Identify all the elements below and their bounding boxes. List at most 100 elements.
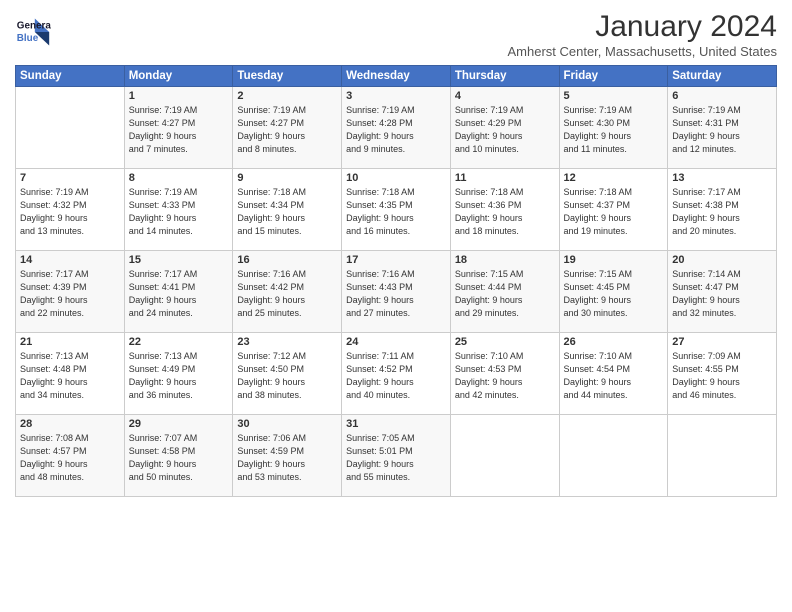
calendar-cell: 11 Sunrise: 7:18 AM Sunset: 4:36 PM Dayli… <box>450 169 559 251</box>
calendar-cell: 15 Sunrise: 7:17 AM Sunset: 4:41 PM Dayli… <box>124 251 233 333</box>
day-number: 28 <box>20 418 120 430</box>
day-info: Sunrise: 7:14 AM Sunset: 4:47 PM Dayligh… <box>672 268 772 320</box>
calendar-cell: 14Sunrise: 7:17 AM Sunset: 4:39 PM Dayli… <box>16 251 125 333</box>
day-info: Sunrise: 7:17 AM Sunset: 4:39 PM Dayligh… <box>20 268 120 320</box>
calendar-cell: 20 Sunrise: 7:14 AM Sunset: 4:47 PM Dayli… <box>668 251 777 333</box>
day-number: 30 <box>237 418 337 430</box>
day-number: 23 <box>237 336 337 348</box>
calendar-cell: 22 Sunrise: 7:13 AM Sunset: 4:49 PM Dayli… <box>124 333 233 415</box>
day-number: 25 <box>455 336 555 348</box>
day-number: 31 <box>346 418 446 430</box>
day-info: Sunrise: 7:06 AM Sunset: 4:59 PM Dayligh… <box>237 432 337 484</box>
svg-text:Blue: Blue <box>17 33 39 44</box>
day-info: Sunrise: 7:19 AM Sunset: 4:28 PM Dayligh… <box>346 104 446 156</box>
calendar-cell: 1 Sunrise: 7:19 AM Sunset: 4:27 PM Daylig… <box>124 87 233 169</box>
day-info: Sunrise: 7:09 AM Sunset: 4:55 PM Dayligh… <box>672 350 772 402</box>
day-info: Sunrise: 7:19 AM Sunset: 4:30 PM Dayligh… <box>564 104 664 156</box>
calendar-cell: 26Sunrise: 7:10 AM Sunset: 4:54 PM Dayli… <box>559 333 668 415</box>
logo: General Blue <box>15 14 55 50</box>
day-number: 8 <box>129 172 229 184</box>
calendar-cell: 17Sunrise: 7:16 AM Sunset: 4:43 PM Dayli… <box>342 251 451 333</box>
calendar-cell: 23 Sunrise: 7:12 AM Sunset: 4:50 PM Dayli… <box>233 333 342 415</box>
day-info: Sunrise: 7:16 AM Sunset: 4:42 PM Dayligh… <box>237 268 337 320</box>
page: General Blue January 2024 Amherst Center… <box>0 0 792 612</box>
day-number: 4 <box>455 90 555 102</box>
day-info: Sunrise: 7:08 AM Sunset: 4:57 PM Dayligh… <box>20 432 120 484</box>
logo-icon: General Blue <box>15 14 51 50</box>
calendar-cell <box>450 415 559 497</box>
calendar-header-sunday: Sunday <box>16 66 125 87</box>
day-info: Sunrise: 7:16 AM Sunset: 4:43 PM Dayligh… <box>346 268 446 320</box>
calendar-week-row: 21 Sunrise: 7:13 AM Sunset: 4:48 PM Dayli… <box>16 333 777 415</box>
day-number: 12 <box>564 172 664 184</box>
day-info: Sunrise: 7:19 AM Sunset: 4:33 PM Dayligh… <box>129 186 229 238</box>
day-number: 19 <box>564 254 664 266</box>
day-info: Sunrise: 7:19 AM Sunset: 4:27 PM Dayligh… <box>129 104 229 156</box>
calendar-cell: 25Sunrise: 7:10 AM Sunset: 4:53 PM Dayli… <box>450 333 559 415</box>
day-info: Sunrise: 7:12 AM Sunset: 4:50 PM Dayligh… <box>237 350 337 402</box>
calendar-cell: 5Sunrise: 7:19 AM Sunset: 4:30 PM Daylig… <box>559 87 668 169</box>
day-number: 2 <box>237 90 337 102</box>
calendar-cell: 16Sunrise: 7:16 AM Sunset: 4:42 PM Dayli… <box>233 251 342 333</box>
calendar-header-friday: Friday <box>559 66 668 87</box>
calendar-cell: 2Sunrise: 7:19 AM Sunset: 4:27 PM Daylig… <box>233 87 342 169</box>
calendar-cell: 4Sunrise: 7:19 AM Sunset: 4:29 PM Daylig… <box>450 87 559 169</box>
calendar-cell: 8 Sunrise: 7:19 AM Sunset: 4:33 PM Daylig… <box>124 169 233 251</box>
calendar-cell: 3Sunrise: 7:19 AM Sunset: 4:28 PM Daylig… <box>342 87 451 169</box>
day-number: 13 <box>672 172 772 184</box>
calendar-cell: 24 Sunrise: 7:11 AM Sunset: 4:52 PM Dayli… <box>342 333 451 415</box>
calendar-cell: 7 Sunrise: 7:19 AM Sunset: 4:32 PM Daylig… <box>16 169 125 251</box>
calendar-cell: 29Sunrise: 7:07 AM Sunset: 4:58 PM Dayli… <box>124 415 233 497</box>
calendar-header-monday: Monday <box>124 66 233 87</box>
calendar-table: SundayMondayTuesdayWednesdayThursdayFrid… <box>15 65 777 497</box>
calendar-cell: 9Sunrise: 7:18 AM Sunset: 4:34 PM Daylig… <box>233 169 342 251</box>
day-number: 6 <box>672 90 772 102</box>
day-info: Sunrise: 7:15 AM Sunset: 4:44 PM Dayligh… <box>455 268 555 320</box>
day-number: 26 <box>564 336 664 348</box>
day-info: Sunrise: 7:19 AM Sunset: 4:31 PM Dayligh… <box>672 104 772 156</box>
calendar-cell: 28 Sunrise: 7:08 AM Sunset: 4:57 PM Dayli… <box>16 415 125 497</box>
calendar-cell: 13 Sunrise: 7:17 AM Sunset: 4:38 PM Dayli… <box>668 169 777 251</box>
calendar-header-saturday: Saturday <box>668 66 777 87</box>
day-info: Sunrise: 7:18 AM Sunset: 4:36 PM Dayligh… <box>455 186 555 238</box>
day-info: Sunrise: 7:11 AM Sunset: 4:52 PM Dayligh… <box>346 350 446 402</box>
calendar-header-wednesday: Wednesday <box>342 66 451 87</box>
calendar-week-row: 7 Sunrise: 7:19 AM Sunset: 4:32 PM Daylig… <box>16 169 777 251</box>
day-number: 21 <box>20 336 120 348</box>
day-number: 27 <box>672 336 772 348</box>
calendar-header-row: SundayMondayTuesdayWednesdayThursdayFrid… <box>16 66 777 87</box>
calendar-cell <box>559 415 668 497</box>
day-info: Sunrise: 7:15 AM Sunset: 4:45 PM Dayligh… <box>564 268 664 320</box>
day-number: 15 <box>129 254 229 266</box>
calendar-week-row: 14Sunrise: 7:17 AM Sunset: 4:39 PM Dayli… <box>16 251 777 333</box>
day-info: Sunrise: 7:18 AM Sunset: 4:35 PM Dayligh… <box>346 186 446 238</box>
day-info: Sunrise: 7:19 AM Sunset: 4:32 PM Dayligh… <box>20 186 120 238</box>
month-title: January 2024 <box>507 10 777 44</box>
day-number: 18 <box>455 254 555 266</box>
svg-text:General: General <box>17 20 51 31</box>
day-info: Sunrise: 7:13 AM Sunset: 4:49 PM Dayligh… <box>129 350 229 402</box>
day-info: Sunrise: 7:18 AM Sunset: 4:37 PM Dayligh… <box>564 186 664 238</box>
calendar-cell <box>16 87 125 169</box>
day-info: Sunrise: 7:13 AM Sunset: 4:48 PM Dayligh… <box>20 350 120 402</box>
calendar-cell: 27 Sunrise: 7:09 AM Sunset: 4:55 PM Dayli… <box>668 333 777 415</box>
day-info: Sunrise: 7:17 AM Sunset: 4:38 PM Dayligh… <box>672 186 772 238</box>
calendar-cell: 10Sunrise: 7:18 AM Sunset: 4:35 PM Dayli… <box>342 169 451 251</box>
day-info: Sunrise: 7:05 AM Sunset: 5:01 PM Dayligh… <box>346 432 446 484</box>
calendar-cell: 18 Sunrise: 7:15 AM Sunset: 4:44 PM Dayli… <box>450 251 559 333</box>
day-number: 24 <box>346 336 446 348</box>
day-number: 1 <box>129 90 229 102</box>
calendar-week-row: 28 Sunrise: 7:08 AM Sunset: 4:57 PM Dayli… <box>16 415 777 497</box>
calendar-cell: 6 Sunrise: 7:19 AM Sunset: 4:31 PM Daylig… <box>668 87 777 169</box>
day-number: 22 <box>129 336 229 348</box>
title-block: January 2024 Amherst Center, Massachuset… <box>507 10 777 59</box>
day-number: 29 <box>129 418 229 430</box>
day-number: 7 <box>20 172 120 184</box>
calendar-cell: 19 Sunrise: 7:15 AM Sunset: 4:45 PM Dayli… <box>559 251 668 333</box>
day-number: 20 <box>672 254 772 266</box>
header: General Blue January 2024 Amherst Center… <box>15 10 777 59</box>
day-info: Sunrise: 7:18 AM Sunset: 4:34 PM Dayligh… <box>237 186 337 238</box>
location-title: Amherst Center, Massachusetts, United St… <box>507 44 777 59</box>
day-number: 11 <box>455 172 555 184</box>
day-info: Sunrise: 7:17 AM Sunset: 4:41 PM Dayligh… <box>129 268 229 320</box>
